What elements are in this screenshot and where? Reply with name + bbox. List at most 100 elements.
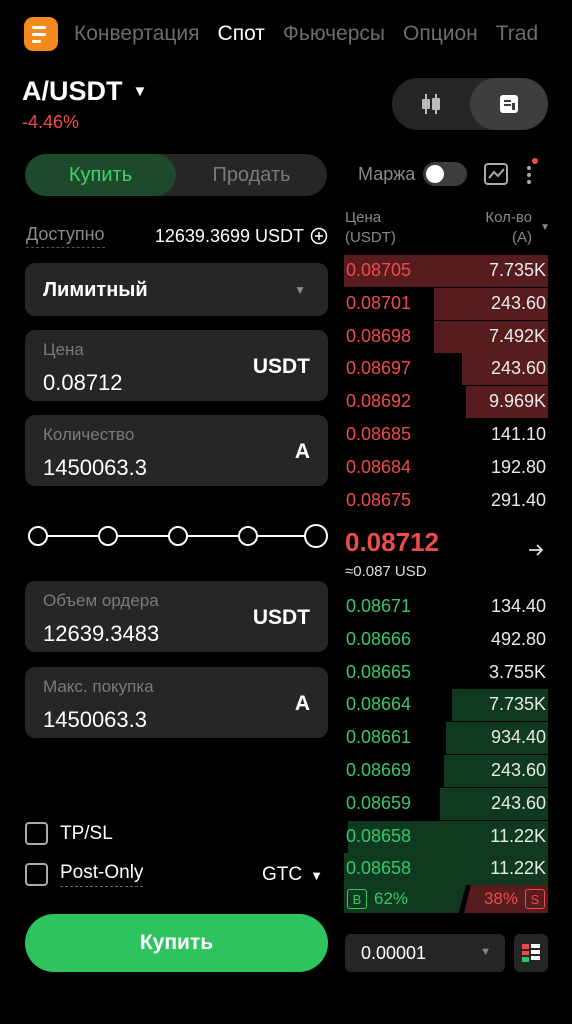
ask-price: 0.08701 bbox=[346, 292, 412, 313]
quantity-unit: A bbox=[294, 440, 310, 463]
bid-row[interactable]: 0.08658 11.22K bbox=[344, 853, 548, 886]
menu-icon[interactable] bbox=[24, 17, 58, 51]
book-layout-button[interactable] bbox=[514, 934, 548, 972]
slider-stop-0[interactable] bbox=[28, 526, 48, 546]
post-only-checkbox-row[interactable]: Post-Only bbox=[25, 862, 144, 887]
view-toggle bbox=[392, 78, 548, 130]
ask-qty: 141.10 bbox=[490, 424, 546, 444]
tab-futures[interactable]: Фьючерсы bbox=[283, 22, 385, 46]
chart-icon[interactable] bbox=[483, 161, 509, 187]
arrow-right-icon[interactable] bbox=[526, 540, 546, 560]
bid-row[interactable]: 0.08665 3.755K bbox=[344, 657, 548, 689]
bid-row[interactable]: 0.08658 11.22K bbox=[344, 820, 548, 853]
amount-slider[interactable] bbox=[28, 522, 328, 550]
bid-price: 0.08664 bbox=[346, 694, 412, 715]
bid-qty: 134.40 bbox=[490, 596, 546, 616]
buy-tab[interactable]: Купить bbox=[25, 154, 176, 196]
ask-row[interactable]: 0.08701 243.60 bbox=[344, 287, 548, 320]
ask-price: 0.08705 bbox=[346, 260, 412, 280]
ask-row[interactable]: 0.08675 291.40 bbox=[344, 485, 548, 517]
trade-view-button[interactable] bbox=[470, 78, 548, 130]
tab-convert[interactable]: Конвертация bbox=[74, 22, 200, 46]
tab-trading[interactable]: Trad bbox=[496, 22, 538, 46]
ask-price: 0.08692 bbox=[346, 391, 412, 412]
tab-options[interactable]: Опцион bbox=[403, 22, 478, 46]
max-buy-field: Макс. покупка 1450063.3 A bbox=[25, 667, 328, 738]
margin-toggle[interactable] bbox=[423, 162, 468, 186]
bid-row[interactable]: 0.08671 134.40 bbox=[344, 591, 548, 623]
bid-price: 0.08671 bbox=[346, 596, 412, 616]
toggle-knob bbox=[426, 165, 445, 183]
tab-spot[interactable]: Спот bbox=[218, 22, 265, 46]
bid-qty: 934.40 bbox=[490, 727, 546, 748]
sell-tab[interactable]: Продать bbox=[176, 154, 327, 196]
available-value-wrap: 12639.3699 USDT bbox=[155, 226, 328, 247]
ask-row[interactable]: 0.08692 9.969K bbox=[344, 386, 548, 419]
caret-down-icon: ▼ bbox=[132, 83, 148, 100]
dropdown-arrow-icon: ▼ bbox=[480, 946, 491, 958]
sell-tag: S bbox=[525, 889, 545, 909]
buy-sell-ratio: B 62% 38% S bbox=[344, 885, 548, 913]
submit-buy-button[interactable]: Купить bbox=[25, 914, 328, 972]
time-in-force-select[interactable]: GTC ▼ bbox=[262, 864, 323, 886]
ask-price: 0.08675 bbox=[346, 489, 412, 510]
candlestick-icon bbox=[422, 94, 440, 114]
tpsl-checkbox[interactable] bbox=[25, 822, 48, 845]
order-value-input[interactable]: 12639.3483 bbox=[43, 621, 159, 647]
price-header-unit: (USDT) bbox=[345, 229, 396, 246]
tpsl-label: TP/SL bbox=[60, 822, 113, 844]
ask-qty: 192.80 bbox=[490, 456, 546, 477]
available-value: 12639.3699 USDT bbox=[154, 225, 304, 246]
order-type-select[interactable]: Лимитный ▼ bbox=[25, 263, 328, 316]
ask-row[interactable]: 0.08685 141.10 bbox=[344, 419, 548, 451]
buy-ratio: 62% bbox=[374, 889, 409, 908]
tick-size-value: 0.00001 bbox=[361, 942, 427, 963]
plus-circle-icon[interactable] bbox=[310, 227, 328, 245]
max-buy-label: Макс. покупка bbox=[43, 677, 154, 696]
order-book-layout-icon bbox=[522, 944, 540, 962]
caret-down-icon: ▼ bbox=[310, 867, 323, 883]
tpsl-checkbox-row[interactable]: TP/SL bbox=[25, 822, 113, 845]
qty-header: Кол-во bbox=[485, 209, 532, 226]
available-row: Доступно 12639.3699 USDT bbox=[26, 224, 328, 248]
slider-handle[interactable] bbox=[304, 524, 328, 548]
ask-qty: 243.60 bbox=[490, 292, 546, 313]
tif-value: GTC bbox=[262, 864, 303, 885]
post-only-checkbox[interactable] bbox=[25, 863, 48, 886]
price-field[interactable]: Цена 0.08712 USDT bbox=[25, 330, 328, 401]
order-value-label: Объем ордера bbox=[43, 591, 159, 610]
order-value-field[interactable]: Объем ордера 12639.3483 USDT bbox=[25, 581, 328, 652]
bid-row[interactable]: 0.08659 243.60 bbox=[344, 787, 548, 820]
quantity-field[interactable]: Количество 1450063.3 A bbox=[25, 415, 328, 486]
chart-view-button[interactable] bbox=[392, 78, 470, 130]
ask-price: 0.08685 bbox=[346, 424, 412, 444]
slider-stop-25[interactable] bbox=[98, 526, 118, 546]
quantity-input[interactable]: 1450063.3 bbox=[43, 455, 147, 481]
bid-qty: 243.60 bbox=[490, 760, 546, 780]
bid-price: 0.08669 bbox=[346, 760, 412, 780]
bid-qty: 243.60 bbox=[490, 792, 546, 813]
bid-row[interactable]: 0.08666 492.80 bbox=[344, 624, 548, 656]
tick-size-select[interactable]: 0.00001 ▼ bbox=[345, 934, 505, 972]
bid-price: 0.08666 bbox=[346, 628, 412, 649]
slider-stop-50[interactable] bbox=[168, 526, 188, 546]
last-price-usd: ≈0.087 USD bbox=[345, 563, 427, 580]
bid-price: 0.08658 bbox=[346, 825, 412, 846]
bid-row[interactable]: 0.08661 934.40 bbox=[344, 722, 548, 755]
ask-row[interactable]: 0.08697 243.60 bbox=[344, 353, 548, 386]
more-icon[interactable] bbox=[523, 158, 539, 188]
ask-qty: 291.40 bbox=[490, 489, 546, 510]
ask-row[interactable]: 0.08698 7.492K bbox=[344, 320, 548, 353]
post-only-label: Post-Only bbox=[60, 862, 144, 887]
ask-qty: 243.60 bbox=[490, 358, 546, 379]
price-input[interactable]: 0.08712 bbox=[43, 370, 123, 396]
pair-selector[interactable]: A/USDT ▼ bbox=[22, 76, 147, 107]
bid-row[interactable]: 0.08669 243.60 bbox=[344, 755, 548, 787]
slider-stop-75[interactable] bbox=[238, 526, 258, 546]
ask-row[interactable]: 0.08684 192.80 bbox=[344, 452, 548, 484]
bid-qty: 492.80 bbox=[490, 628, 546, 649]
sort-down-icon[interactable]: ▼ bbox=[540, 222, 550, 233]
bid-row[interactable]: 0.08664 7.735K bbox=[344, 689, 548, 722]
ask-row[interactable]: 0.08705 7.735K bbox=[344, 255, 548, 287]
pair-change: -4.46% bbox=[22, 112, 80, 132]
